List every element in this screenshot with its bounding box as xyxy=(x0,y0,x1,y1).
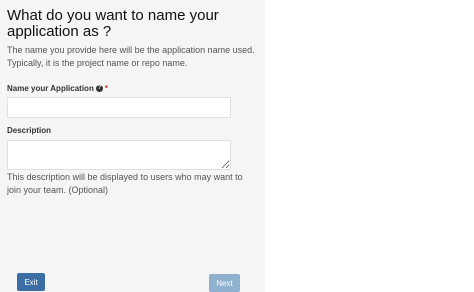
next-button[interactable]: Next xyxy=(209,274,240,292)
description-label: Description xyxy=(7,126,52,135)
required-mark: * xyxy=(104,84,108,93)
description-textarea[interactable] xyxy=(7,140,231,170)
wizard-panel: What do you want to name your applicatio… xyxy=(0,0,265,292)
exit-button[interactable]: Exit xyxy=(17,273,45,291)
question-circle-icon[interactable]: ? xyxy=(95,85,103,92)
description-help-text: This description will be displayed to us… xyxy=(7,172,243,195)
intro-text: The name you provide here will be the ap… xyxy=(7,45,255,68)
application-name-input[interactable] xyxy=(7,97,231,118)
page-title: What do you want to name your applicatio… xyxy=(7,7,219,40)
name-field-label: Name your Application ? * xyxy=(7,84,108,93)
name-label-text: Name your Application xyxy=(7,84,94,93)
